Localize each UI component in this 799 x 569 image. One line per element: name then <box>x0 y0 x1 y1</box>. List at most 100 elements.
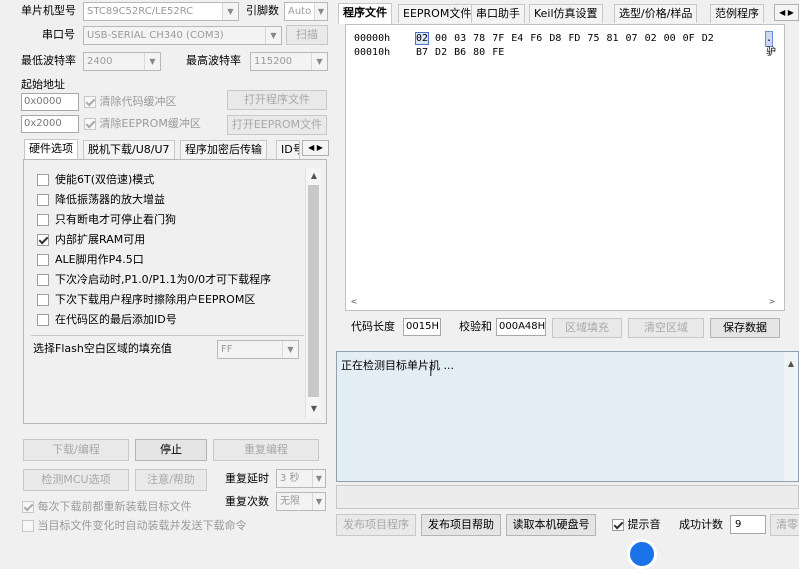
hex-horizontal-scrollbar[interactable]: < > <box>346 295 784 310</box>
tab-serial-assistant[interactable]: 串口助手 <box>471 4 525 23</box>
sound-option[interactable]: 提示音 <box>612 517 661 533</box>
scroll-left-icon[interactable]: < <box>346 294 362 310</box>
tab-eeprom-file[interactable]: EEPROM文件 <box>398 4 477 23</box>
log-scrollbar[interactable]: ▲ <box>784 352 798 481</box>
flash-fill-select[interactable]: FF ▼ <box>217 340 299 359</box>
auto-reload-option[interactable]: 当目标文件变化时自动装载并发送下载命令 <box>22 518 247 534</box>
option-add-id-checkbox[interactable] <box>37 314 49 326</box>
hex-ascii[interactable]: 驴 <box>766 46 776 60</box>
hex-byte[interactable]: FE <box>492 47 504 58</box>
detect-mcu-button[interactable]: 检测MCU选项 <box>23 469 129 491</box>
eeprom-address-input[interactable]: 0x2000 <box>21 115 79 133</box>
tab-right-icon[interactable]: ▶ <box>317 143 323 152</box>
code-clear-checkbox[interactable] <box>84 96 96 108</box>
stop-button[interactable]: 停止 <box>135 439 207 461</box>
auto-reload-checkbox[interactable] <box>22 520 34 532</box>
tab-example-programs[interactable]: 范例程序 <box>710 4 764 23</box>
code-address-input[interactable]: 0x0000 <box>21 93 79 111</box>
tab-selection-price[interactable]: 选型/价格/样品 <box>614 4 698 23</box>
hex-byte[interactable]: FD <box>568 33 580 44</box>
tab-encrypted-transfer[interactable]: 程序加密后传输 <box>180 140 267 159</box>
clear-region-button[interactable]: 清空区域 <box>628 318 704 338</box>
open-eeprom-file-button[interactable]: 打开EEPROM文件 <box>227 115 327 135</box>
hex-byte[interactable]: 7F <box>492 33 504 44</box>
tab-right-icon[interactable]: ▶ <box>788 8 794 17</box>
tab-program-file[interactable]: 程序文件 <box>338 3 392 24</box>
hex-editor[interactable]: 00000h 00010h 02 00 03 78 7F E4 F6 D8 FD 75 81 07 02… <box>345 24 785 311</box>
hex-byte[interactable]: F6 <box>530 33 542 44</box>
tab-hardware-options[interactable]: 硬件选项 <box>24 139 78 159</box>
publish-project-button[interactable]: 发布项目程序 <box>336 514 416 536</box>
eeprom-clear-checkbox[interactable] <box>84 118 96 130</box>
list-item[interactable]: 下次下载用户程序时擦除用户EEPROM区 <box>31 290 255 310</box>
download-button[interactable]: 下载/编程 <box>23 439 129 461</box>
max-baud-select[interactable]: 115200 ▼ <box>250 52 328 71</box>
reload-each-option[interactable]: 每次下载前都重新装载目标文件 <box>22 499 192 515</box>
hex-ascii[interactable]: . <box>764 31 774 47</box>
hex-byte[interactable]: 0F <box>683 33 695 44</box>
hex-byte[interactable]: 75 <box>587 33 599 44</box>
eeprom-clear-option[interactable]: 清除EEPROM缓冲区 <box>84 116 201 132</box>
scroll-right-icon[interactable]: > <box>764 294 780 310</box>
help-button[interactable]: 注意/帮助 <box>135 469 207 491</box>
option-watchdog-checkbox[interactable] <box>37 214 49 226</box>
hex-byte[interactable]: D2 <box>435 47 447 58</box>
option-xram-checkbox[interactable] <box>37 234 49 246</box>
option-erase-eeprom-checkbox[interactable] <box>37 294 49 306</box>
save-data-button[interactable]: 保存数据 <box>710 318 780 338</box>
hex-bytes[interactable]: 02 00 03 78 7F E4 F6 D8 FD 75 81 07 02 00 0F D2 <box>414 32 721 46</box>
publish-help-button[interactable]: 发布项目帮助 <box>421 514 501 536</box>
list-item[interactable]: 降低振荡器的放大增益 <box>31 190 165 210</box>
hex-bytes[interactable]: B7 D2 B6 80 FE <box>416 46 511 60</box>
hex-byte[interactable]: 81 <box>606 33 618 44</box>
list-item[interactable]: 使能6T(双倍速)模式 <box>31 170 154 190</box>
open-program-file-button[interactable]: 打开程序文件 <box>227 90 327 110</box>
read-disk-id-button[interactable]: 读取本机硬盘号 <box>506 514 596 536</box>
scrollbar-thumb[interactable] <box>308 185 319 397</box>
option-gain-checkbox[interactable] <box>37 194 49 206</box>
hex-byte[interactable]: 78 <box>473 33 485 44</box>
scroll-down-icon[interactable]: ▼ <box>306 401 322 417</box>
clear-count-button[interactable]: 清零 <box>770 514 799 536</box>
scroll-up-icon[interactable]: ▲ <box>783 356 799 372</box>
option-ale-checkbox[interactable] <box>37 254 49 266</box>
tab-id-number[interactable]: ID号 <box>276 140 300 159</box>
fill-region-button[interactable]: 区域填充 <box>552 318 622 338</box>
option-coldstart-checkbox[interactable] <box>37 274 49 286</box>
scan-button[interactable]: 扫描 <box>286 25 328 45</box>
repeat-count-select[interactable]: 无限 ▼ <box>276 492 326 511</box>
list-item[interactable]: 只有断电才可停止看门狗 <box>31 210 176 230</box>
pins-select[interactable]: Auto ▼ <box>284 2 328 21</box>
hex-byte[interactable]: 00 <box>664 33 676 44</box>
code-clear-option[interactable]: 清除代码缓冲区 <box>84 94 177 110</box>
tab-keil-settings[interactable]: Keil仿真设置 <box>529 4 603 23</box>
option-6t-checkbox[interactable] <box>37 174 49 186</box>
hex-byte[interactable]: 02 <box>414 32 430 45</box>
hex-byte[interactable]: B7 <box>416 47 428 58</box>
list-item[interactable]: ALE脚用作P4.5口 <box>31 250 144 270</box>
tab-offline-download[interactable]: 脱机下载/U8/U7 <box>83 140 175 159</box>
repeat-delay-select[interactable]: 3 秒 ▼ <box>276 469 326 488</box>
hex-byte[interactable]: 03 <box>454 33 466 44</box>
hex-byte[interactable]: 07 <box>626 33 638 44</box>
sound-checkbox[interactable] <box>612 519 624 531</box>
tab-left-icon[interactable]: ◀ <box>779 8 785 17</box>
hex-byte[interactable]: D8 <box>549 33 561 44</box>
hex-byte[interactable]: 80 <box>473 47 485 58</box>
scroll-up-icon[interactable]: ▲ <box>306 168 322 184</box>
hex-byte[interactable]: 02 <box>645 33 657 44</box>
list-item[interactable]: 内部扩展RAM可用 <box>31 230 145 250</box>
options-scrollbar[interactable]: ▲ ▼ <box>305 168 321 418</box>
min-baud-select[interactable]: 2400 ▼ <box>83 52 161 71</box>
tab-scroll-buttons[interactable]: ◀ ▶ <box>302 140 329 156</box>
hex-byte[interactable]: 00 <box>435 33 447 44</box>
port-select[interactable]: USB-SERIAL CH340 (COM3) ▼ <box>83 26 282 45</box>
tab-left-icon[interactable]: ◀ <box>308 143 314 152</box>
reload-each-checkbox[interactable] <box>22 501 34 513</box>
hex-byte[interactable]: B6 <box>454 47 466 58</box>
hex-byte[interactable]: D2 <box>702 33 714 44</box>
list-item[interactable]: 在代码区的最后添加ID号 <box>31 310 177 330</box>
reprogram-button[interactable]: 重复编程 <box>213 439 319 461</box>
main-tab-scroll-buttons[interactable]: ◀ ▶ <box>774 4 799 21</box>
hex-byte[interactable]: E4 <box>511 33 523 44</box>
